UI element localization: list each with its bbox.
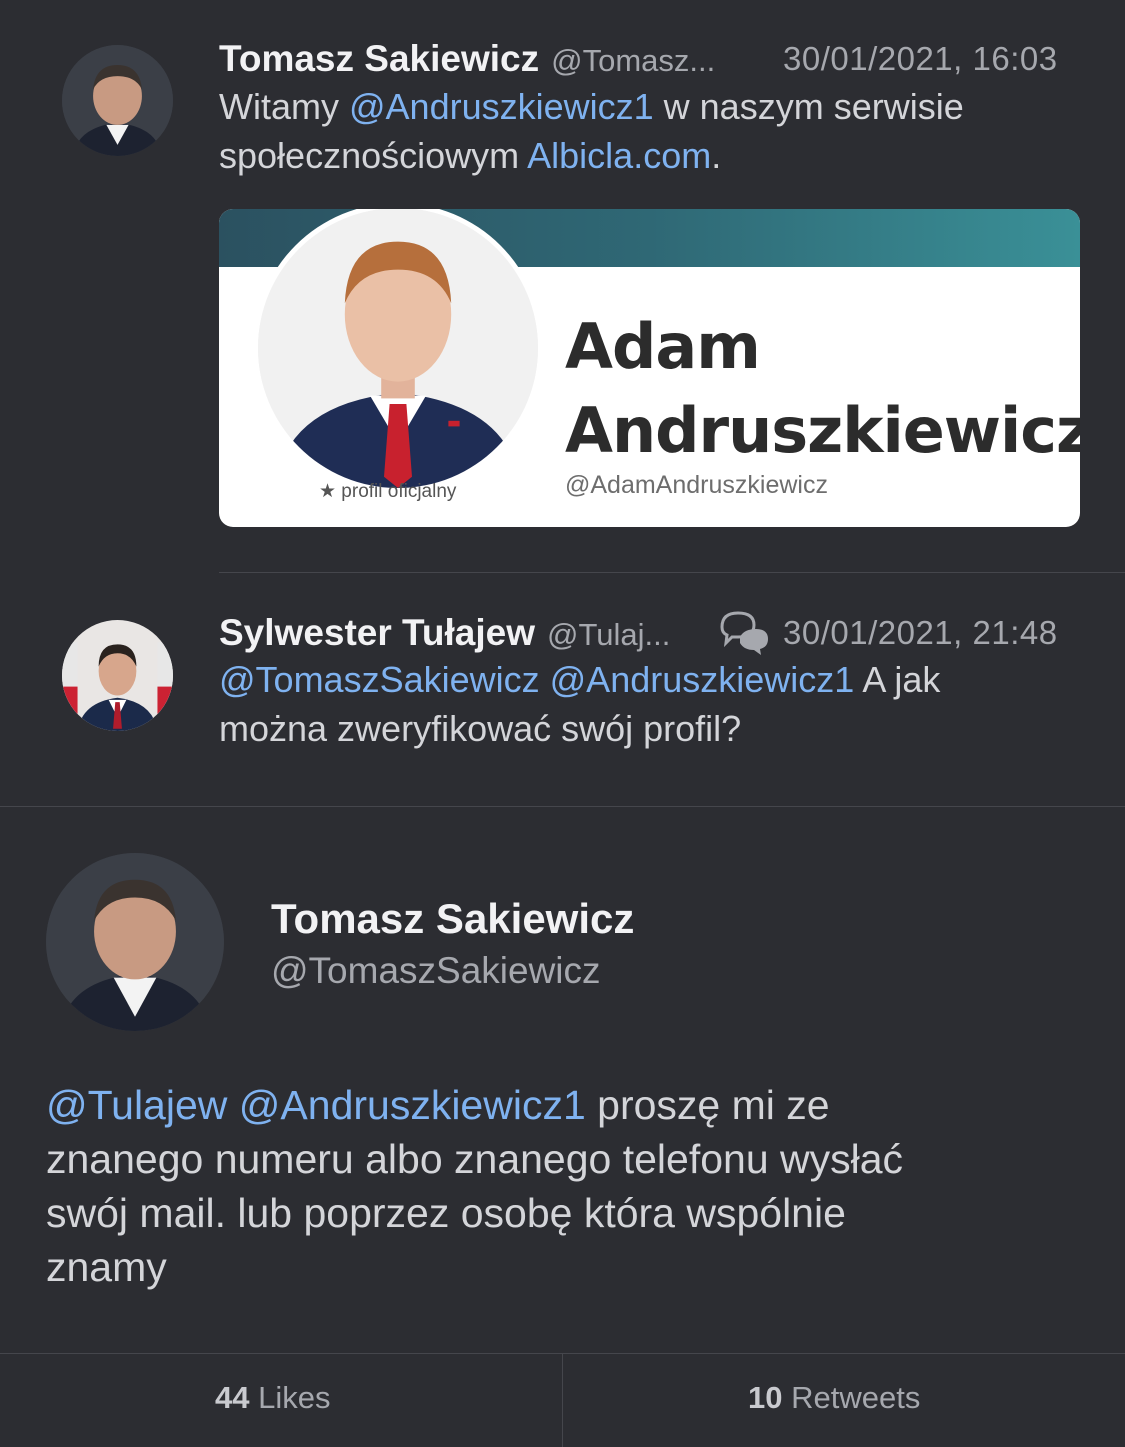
tweet-author-handle[interactable]: @TomaszSakiewicz	[271, 950, 601, 992]
avatar[interactable]	[62, 45, 173, 156]
likes-count: 44	[215, 1380, 250, 1415]
tweet-author-name[interactable]: Sylwester Tułajew	[219, 612, 535, 654]
avatar[interactable]	[62, 620, 173, 731]
mention-link[interactable]: @Andruszkiewicz1	[349, 86, 654, 127]
card-handle: @AdamAndruszkiewicz	[565, 471, 828, 499]
site-link[interactable]: Albicla.com	[527, 135, 711, 176]
mention-link[interactable]: @Andruszkiewicz1	[239, 1082, 586, 1128]
retweets-stat[interactable]: 10 Retweets	[748, 1380, 920, 1416]
likes-stat[interactable]: 44 Likes	[215, 1380, 330, 1416]
card-profile-photo	[253, 209, 543, 493]
tweet-text: @TomaszSakiewicz @Andruszkiewicz1 A jak …	[219, 659, 941, 749]
tweet-author-handle[interactable]: @Tomasz...	[551, 43, 715, 79]
tweet-author-name[interactable]: Tomasz Sakiewicz	[219, 38, 539, 80]
tweet-timestamp: 30/01/2021, 21:48	[783, 614, 1058, 651]
retweets-label: Retweets	[791, 1380, 921, 1415]
avatar-image	[62, 45, 173, 156]
conversation-icon[interactable]	[718, 607, 770, 655]
official-profile-label: ★ profil oficjalny	[319, 481, 457, 502]
tweet-timestamp: 30/01/2021, 16:03	[783, 40, 1058, 77]
retweets-count: 10	[748, 1380, 783, 1415]
mention-link[interactable]: @TomaszSakiewicz	[219, 659, 540, 700]
divider	[219, 572, 1125, 573]
likes-label: Likes	[258, 1380, 331, 1415]
tweet-text: @Tulajew @Andruszkiewicz1 proszę mi ze z…	[46, 1082, 904, 1290]
tweet-author-name[interactable]: Tomasz Sakiewicz	[271, 895, 634, 943]
tweet-author-handle[interactable]: @Tulaj...	[547, 617, 670, 653]
avatar-image	[62, 620, 173, 731]
card-name: Adam Andruszkiewicz	[565, 310, 1080, 467]
divider	[0, 806, 1125, 807]
mention-link[interactable]: @Tulajew	[46, 1082, 227, 1128]
tweet-text: Witamy @Andruszkiewicz1 w naszym serwisi…	[219, 86, 964, 176]
profile-card[interactable]: Adam Andruszkiewicz @AdamAndruszkiewicz …	[219, 209, 1080, 527]
avatar-image	[46, 853, 224, 1031]
avatar[interactable]	[46, 853, 224, 1031]
mention-link[interactable]: @Andruszkiewicz1	[550, 659, 855, 700]
divider	[562, 1353, 563, 1447]
